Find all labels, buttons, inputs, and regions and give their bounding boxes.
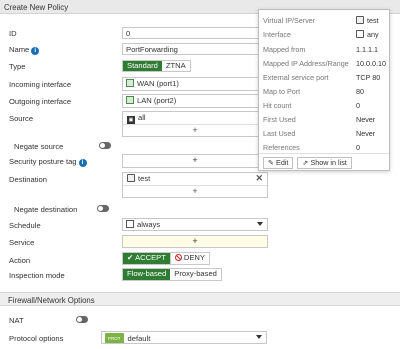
- tooltip-value: 0: [356, 143, 360, 152]
- tooltip-label: Hit count: [263, 101, 292, 110]
- security-posture-label: Security posture tag i: [9, 157, 87, 167]
- id-field[interactable]: 0: [122, 27, 268, 39]
- tooltip-label: Last Used: [263, 129, 296, 138]
- inspection-proxy-option[interactable]: Proxy-based: [170, 269, 221, 280]
- tooltip-label: Virtual IP/Server: [263, 16, 316, 25]
- pencil-icon: ✎: [268, 158, 277, 167]
- tooltip-divider: [259, 153, 389, 154]
- tooltip-label: External service port: [263, 73, 329, 82]
- tooltip-value: any: [356, 30, 379, 39]
- tooltip-label: Map to Port: [263, 87, 301, 96]
- negate-destination-label: Negate destination: [14, 205, 78, 214]
- info-icon[interactable]: i: [31, 47, 40, 55]
- deny-icon: [174, 254, 182, 261]
- chevron-down-icon: [257, 222, 263, 226]
- type-ztna-option[interactable]: ZTNA: [161, 61, 190, 71]
- action-accept-option[interactable]: ✔ ACCEPT: [123, 253, 170, 264]
- tooltip-value: Never: [356, 115, 376, 124]
- action-selector: ✔ ACCEPT DENY: [122, 252, 210, 265]
- schedule-label: Schedule: [9, 221, 41, 230]
- type-label: Type: [9, 62, 26, 71]
- type-standard-option[interactable]: Standard: [123, 61, 162, 71]
- tooltip-value: 0: [356, 101, 360, 110]
- incoming-interface-field[interactable]: WAN (port1): [122, 77, 268, 91]
- action-label: Action: [9, 256, 31, 265]
- tooltip-label: References: [263, 143, 300, 152]
- incoming-interface-label: Incoming interface: [9, 80, 72, 89]
- inspection-mode-label: Inspection mode: [9, 271, 65, 280]
- tooltip-value: test: [356, 16, 379, 25]
- service-label: Service: [9, 238, 35, 247]
- chevron-down-icon: [256, 335, 262, 339]
- address-all-icon: ▣: [127, 116, 135, 124]
- source-label: Source: [9, 114, 34, 123]
- tooltip-label: Mapped from: [263, 45, 306, 54]
- port-icon: [126, 96, 134, 104]
- prot-badge: PROT: [105, 333, 124, 343]
- page-title: Create New Policy: [4, 3, 69, 12]
- outgoing-interface-label: Outgoing interface: [9, 97, 72, 106]
- tooltip-label: Interface: [263, 30, 291, 39]
- inspection-mode-selector: Flow-based Proxy-based: [122, 268, 222, 281]
- negate-destination-toggle[interactable]: [97, 205, 109, 212]
- security-posture-add-button[interactable]: +: [122, 154, 268, 168]
- edit-button[interactable]: ✎ Edit: [263, 157, 294, 169]
- source-add-button[interactable]: +: [123, 125, 267, 136]
- service-add-button[interactable]: +: [122, 235, 268, 248]
- id-label: ID: [9, 29, 17, 38]
- tooltip-value: 10.0.0.10: [356, 59, 386, 68]
- tooltip-value: Never: [356, 129, 376, 138]
- nat-label: NAT: [9, 316, 24, 325]
- tooltip-label: Mapped IP Address/Range: [263, 59, 349, 68]
- interface-icon: [356, 30, 364, 38]
- inspection-flow-option[interactable]: Flow-based: [123, 269, 171, 280]
- tooltip-label: First Used: [263, 115, 296, 124]
- tooltip-actions: ✎ Edit ⇗ Show in list: [263, 157, 352, 169]
- virtual-ip-icon: [127, 174, 135, 182]
- negate-source-toggle[interactable]: [99, 142, 111, 149]
- outgoing-interface-field[interactable]: LAN (port2): [122, 94, 268, 108]
- protocol-options-select[interactable]: PROT default: [101, 331, 267, 344]
- show-in-list-button[interactable]: ⇗ Show in list: [297, 157, 352, 169]
- calendar-icon: [126, 220, 134, 228]
- destination-label: Destination: [9, 175, 47, 184]
- firewall-options-section: Firewall/Network Options: [0, 292, 400, 306]
- destination-multiselect: test ✕ +: [122, 172, 268, 198]
- protocol-options-label: Protocol options: [9, 334, 64, 343]
- action-deny-option[interactable]: DENY: [169, 253, 209, 264]
- tooltip-value: 1.1.1.1: [356, 45, 378, 54]
- destination-add-button[interactable]: +: [123, 186, 267, 197]
- schedule-select[interactable]: always: [122, 218, 268, 231]
- tooltip-value: TCP 80: [356, 73, 381, 82]
- negate-source-label: Negate source: [14, 142, 64, 151]
- name-label: Name i: [9, 45, 40, 55]
- source-multiselect: ▣ all +: [122, 111, 268, 137]
- remove-icon[interactable]: ✕: [255, 173, 263, 183]
- source-item[interactable]: ▣ all: [123, 112, 267, 125]
- virtual-ip-tooltip: Virtual IP/Server test Interface any Map…: [258, 9, 390, 171]
- name-input[interactable]: PortForwarding: [122, 43, 268, 55]
- destination-item[interactable]: test ✕: [123, 173, 267, 186]
- type-selector: Standard ZTNA: [122, 60, 191, 72]
- tooltip-value: 80: [356, 87, 364, 96]
- port-icon: [126, 79, 134, 87]
- virtual-ip-icon: [356, 16, 364, 24]
- nat-toggle[interactable]: [76, 316, 88, 323]
- section-title: Firewall/Network Options: [8, 296, 95, 305]
- info-icon[interactable]: i: [78, 159, 87, 167]
